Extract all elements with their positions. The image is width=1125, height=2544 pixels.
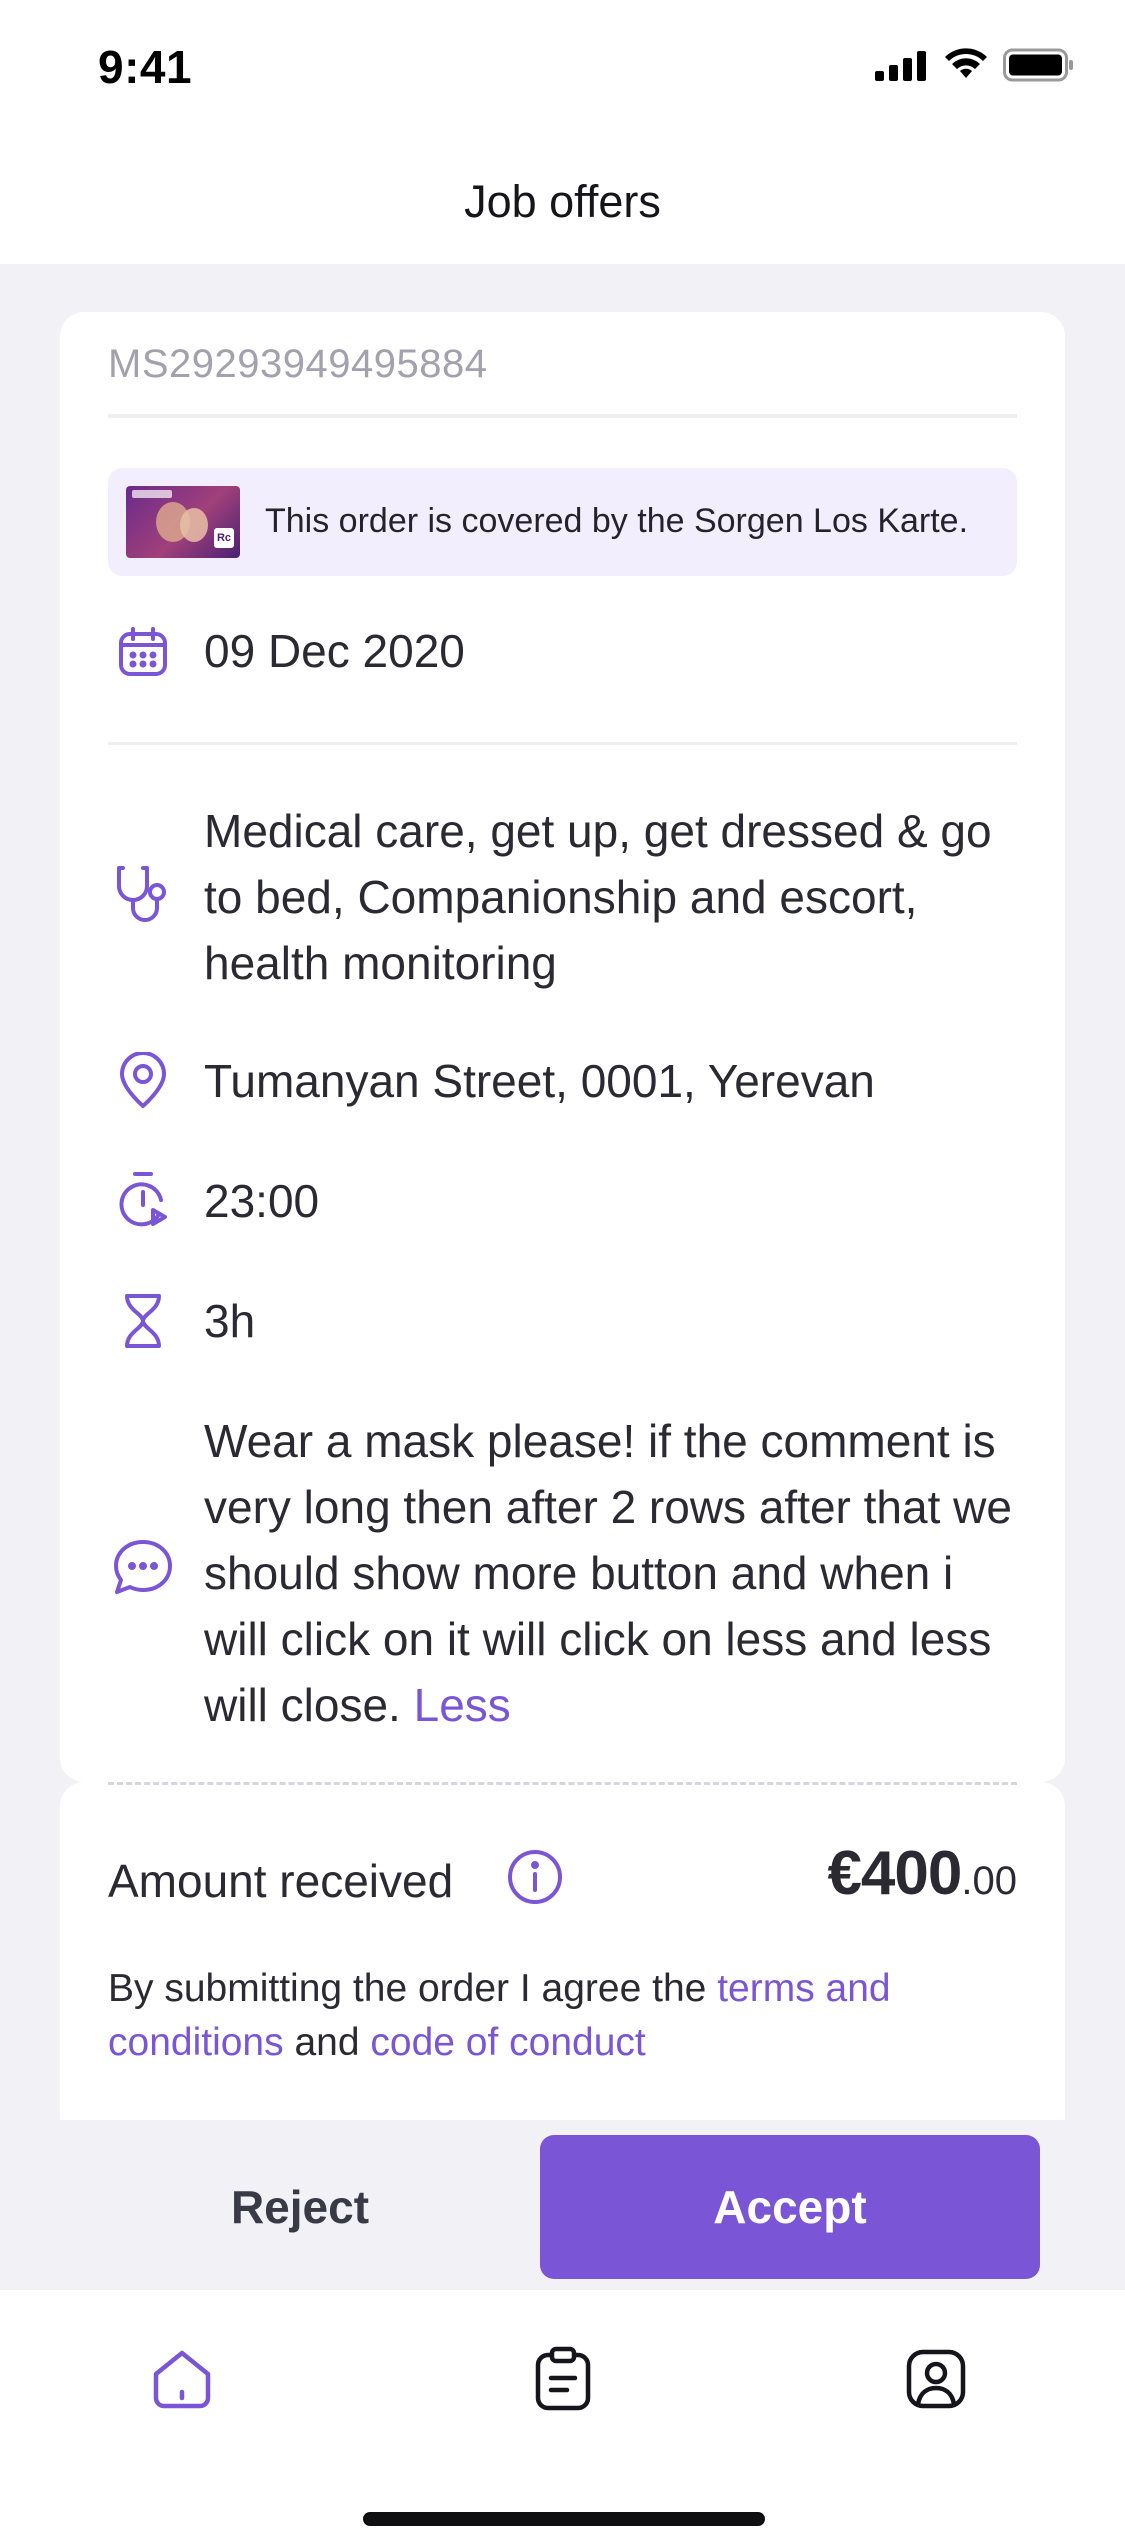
agreement-and: and	[294, 2021, 360, 2064]
agreement-prefix: By submitting the order I agree the	[108, 1967, 707, 2010]
hourglass-icon	[108, 1292, 178, 1350]
address-row: Tumanyan Street, 0001, Yerevan	[108, 1048, 1017, 1114]
profile-icon	[906, 2349, 966, 2409]
stopwatch-icon	[108, 1170, 178, 1232]
divider	[108, 742, 1017, 745]
tab-orders[interactable]	[518, 2334, 608, 2424]
chat-bubble-icon	[108, 1538, 178, 1596]
services-row: Medical care, get up, get dressed & go t…	[108, 798, 1017, 998]
accept-button[interactable]: Accept	[540, 2135, 1040, 2279]
page-header: Job offers	[0, 140, 1125, 264]
conduct-link[interactable]: code of conduct	[370, 2021, 645, 2064]
order-date: 09 Dec 2020	[204, 625, 465, 677]
order-address: Tumanyan Street, 0001, Yerevan	[204, 1055, 875, 1107]
duration-row: 3h	[108, 1288, 1017, 1354]
order-services: Medical care, get up, get dressed & go t…	[204, 805, 992, 989]
tab-bar	[0, 2290, 1125, 2544]
order-comment-text: Wear a mask please! if the comment is ve…	[204, 1415, 1012, 1731]
amount-main: €400	[827, 1839, 962, 1908]
divider	[108, 414, 1017, 418]
time-row: 23:00	[108, 1168, 1017, 1234]
agreement-text: By submitting the order I agree the term…	[108, 1962, 1017, 2070]
wifi-icon	[945, 48, 987, 78]
order-time: 23:00	[204, 1175, 320, 1227]
tab-profile[interactable]	[891, 2334, 981, 2424]
coverage-banner-text: This order is covered by the Sorgen Los …	[265, 502, 969, 540]
coverage-card-image: Rc	[126, 486, 240, 558]
comment-row: Wear a mask please! if the comment is ve…	[108, 1408, 1017, 1748]
stethoscope-icon	[108, 864, 178, 926]
info-icon[interactable]	[506, 1848, 564, 1911]
status-time: 9:41	[98, 41, 193, 93]
date-row: 09 Dec 2020	[108, 618, 1017, 684]
status-icons	[875, 48, 1075, 82]
order-card: MS29293949495884 Rc This order is covere…	[60, 312, 1065, 1782]
signal-icon	[875, 51, 926, 81]
status-bar: 9:41	[0, 0, 1125, 140]
action-bar: Reject Accept	[60, 2120, 1065, 2290]
less-toggle[interactable]: Less	[414, 1679, 511, 1731]
order-id: MS29293949495884	[108, 342, 488, 386]
battery-icon	[1003, 48, 1073, 82]
amount-value: €400.00	[827, 1838, 1017, 1909]
order-duration: 3h	[204, 1295, 256, 1347]
page-title: Job offers	[464, 176, 661, 227]
dashed-divider	[108, 1782, 1017, 1785]
location-pin-icon	[108, 1052, 178, 1110]
amount-cents: .00	[961, 1859, 1017, 1903]
reject-button[interactable]: Reject	[60, 2135, 540, 2279]
coverage-banner[interactable]: Rc This order is covered by the Sorgen L…	[108, 468, 1017, 576]
orders-icon	[535, 2346, 591, 2411]
order-comment: Wear a mask please! if the comment is ve…	[204, 1408, 1017, 1738]
home-icon	[153, 2350, 211, 2409]
calendar-icon	[108, 626, 178, 678]
tab-home[interactable]	[137, 2334, 227, 2424]
amount-label: Amount received	[108, 1855, 454, 1907]
home-indicator	[363, 2512, 765, 2526]
payment-section: Amount received €400.00 By submitting th…	[60, 1782, 1065, 2122]
